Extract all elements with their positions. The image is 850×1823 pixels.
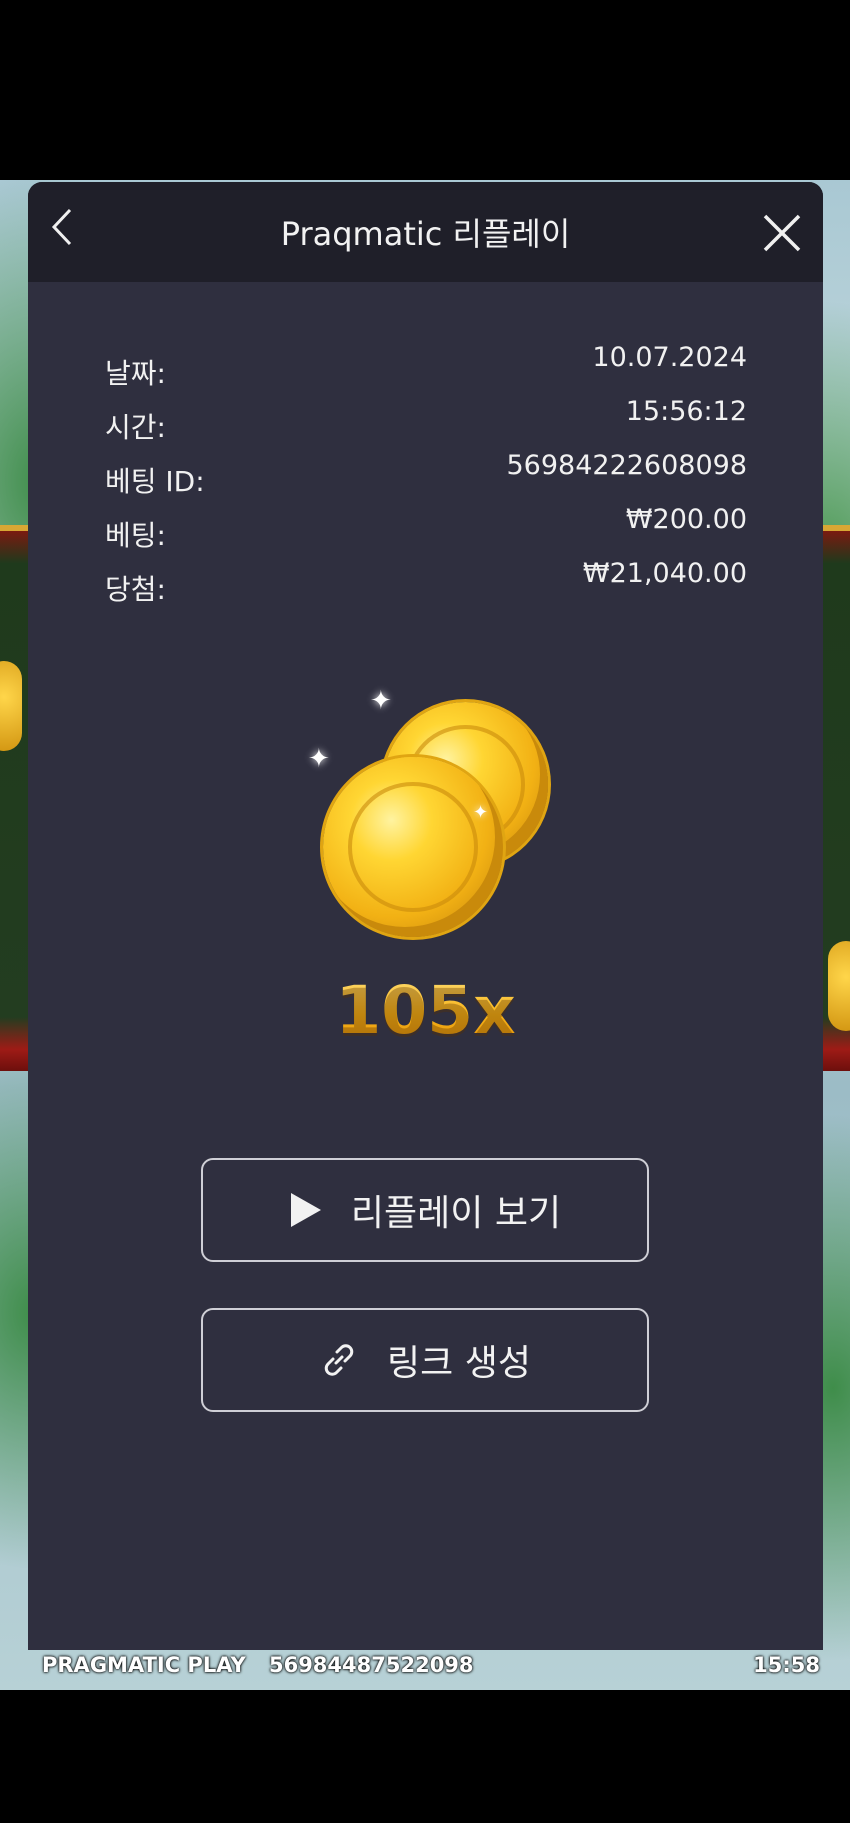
coin-symbol-icon xyxy=(0,661,22,751)
close-button[interactable] xyxy=(759,210,805,256)
bet-value: ₩200.00 xyxy=(625,504,747,535)
brand-label: PRAGMATIC PLAY xyxy=(42,1653,246,1677)
date-label: 날짜: xyxy=(105,357,166,390)
play-icon xyxy=(289,1191,323,1229)
create-link-button[interactable]: 링크 생성 xyxy=(201,1308,649,1412)
clock: 15:58 xyxy=(753,1653,820,1677)
info-row-time: 시간: 15:56:12 xyxy=(105,396,747,450)
coin-symbol-icon xyxy=(828,941,850,1031)
modal-title: Praqmatic 리플레이 xyxy=(280,215,571,253)
time-value: 15:56:12 xyxy=(625,396,747,427)
info-row-bet: 베팅: ₩200.00 xyxy=(105,504,747,558)
view-replay-button[interactable]: 리플레이 보기 xyxy=(201,1158,649,1262)
view-replay-label: 리플레이 보기 xyxy=(350,1193,562,1234)
round-id: 56984487522098 xyxy=(268,1653,474,1677)
info-row-win: 당첨: ₩21,040.00 xyxy=(105,558,747,612)
date-value: 10.07.2024 xyxy=(592,342,747,373)
bet-id-value: 56984222608098 xyxy=(506,450,748,481)
win-label: 당첨: xyxy=(105,573,166,606)
modal-header: Praqmatic 리플레이 xyxy=(28,182,823,282)
sparkle-icon: ✦ xyxy=(370,686,392,716)
chevron-left-icon xyxy=(51,208,72,246)
close-icon xyxy=(763,214,801,252)
bet-label: 베팅: xyxy=(105,519,166,552)
info-row-date: 날짜: 10.07.2024 xyxy=(105,342,747,396)
bet-id-label: 베팅 ID: xyxy=(105,465,205,498)
coin-front-icon xyxy=(323,757,503,937)
win-multiplier: 105x xyxy=(28,972,823,1049)
bet-info: 날짜: 10.07.2024 시간: 15:56:12 베팅 ID: 56984… xyxy=(105,342,747,612)
gold-coins-icon: ✦ ✦ ✦ xyxy=(288,682,588,962)
sparkle-icon: ✦ xyxy=(473,802,489,823)
back-button[interactable] xyxy=(40,202,90,252)
sparkle-icon: ✦ xyxy=(308,744,330,774)
info-row-bet-id: 베팅 ID: 56984222608098 xyxy=(105,450,747,504)
replay-modal: Praqmatic 리플레이 날짜: 10.07.2024 시간: 15:56:… xyxy=(28,182,823,1650)
time-label: 시간: xyxy=(105,411,166,444)
create-link-label: 링크 생성 xyxy=(387,1343,531,1384)
win-value: ₩21,040.00 xyxy=(582,558,747,589)
link-icon xyxy=(319,1340,359,1380)
